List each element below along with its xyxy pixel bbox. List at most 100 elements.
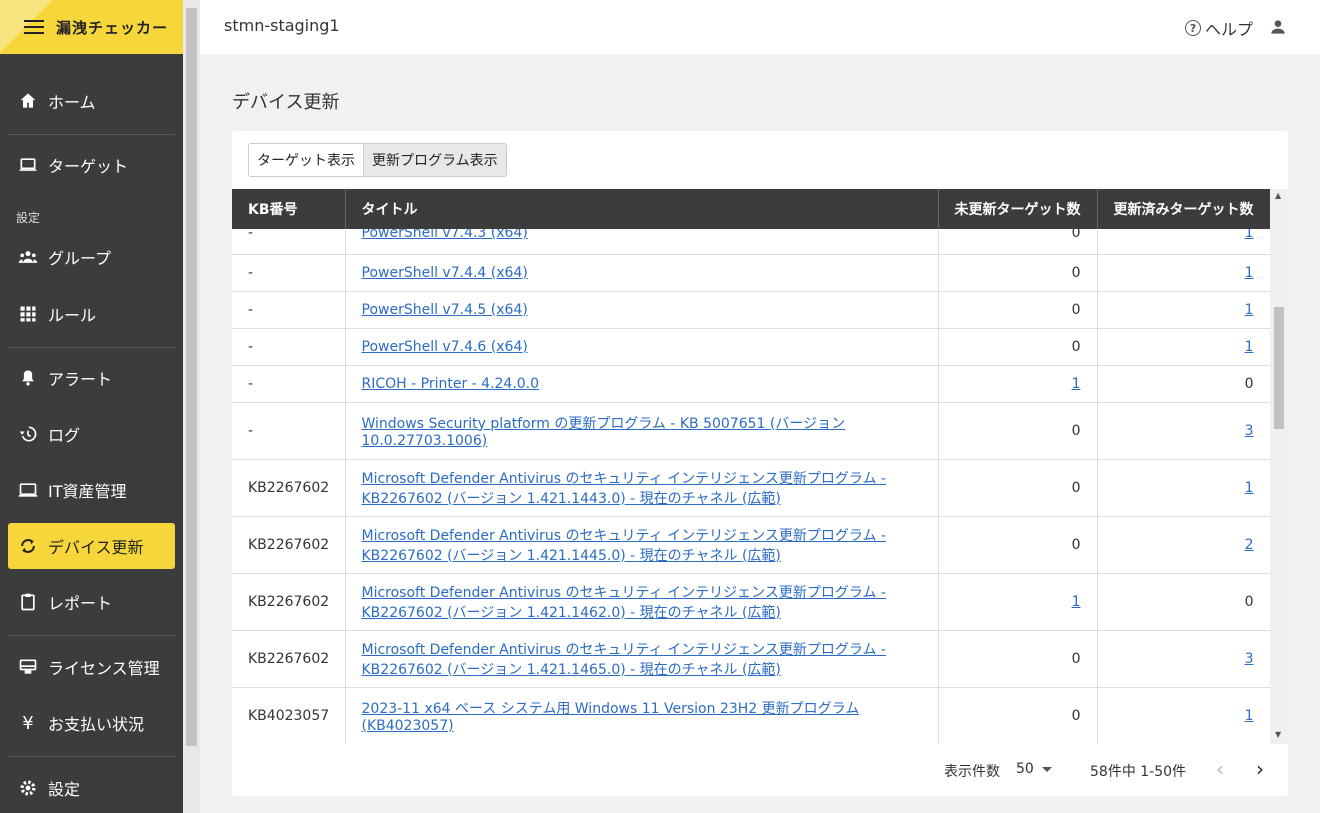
table-scrollbar[interactable]: ▲ ▼ <box>1270 189 1288 744</box>
laptop-icon <box>18 155 38 175</box>
sidebar-item-clipboard[interactable]: レポート <box>8 579 175 625</box>
table-row: KB4023057 2023-11 x64 ベース システム用 Windows 1… <box>232 687 1270 744</box>
cell-updated-link[interactable]: 1 <box>1245 265 1254 281</box>
sidebar-item-group[interactable]: グループ <box>8 234 175 280</box>
grid-icon <box>18 304 38 324</box>
update-title-link[interactable]: PowerShell v7.4.5 (x64) <box>362 302 528 318</box>
cell-not-updated-link[interactable]: 1 <box>1072 376 1081 392</box>
table-row: KB2267602 Microsoft Defender Antivirus のセ… <box>232 573 1270 631</box>
cell-updated: 1 <box>1097 328 1270 366</box>
update-title-link[interactable]: Windows Security platform の更新プログラム - KB … <box>362 416 846 449</box>
update-title-link[interactable]: 2023-11 x64 ベース システム用 Windows 11 Version… <box>362 701 860 734</box>
home-icon <box>18 91 38 111</box>
update-title-link[interactable]: PowerShell v7.4.3 (x64) <box>362 229 528 241</box>
update-title-link[interactable]: Microsoft Defender Antivirus のセキュリティ インテ… <box>362 585 886 621</box>
program-view-button[interactable]: 更新プログラム表示 <box>363 144 506 176</box>
page-title: デバイス更新 <box>232 92 340 113</box>
sidebar-item-license[interactable]: ライセンス管理 <box>8 644 175 690</box>
help-icon: ? <box>1185 20 1201 36</box>
header-updated[interactable]: 更新済みターゲット数 <box>1097 189 1270 229</box>
cell-title: 2023-11 x64 ベース システム用 Windows 11 Version… <box>345 687 939 744</box>
sidebar-scrollbar[interactable] <box>183 0 200 813</box>
per-page-select[interactable]: 50 <box>1016 761 1052 777</box>
update-title-link[interactable]: Microsoft Defender Antivirus のセキュリティ インテ… <box>362 528 886 564</box>
help-link[interactable]: ? ヘルプ <box>1185 16 1253 40</box>
sidebar-item-label: アラート <box>48 370 113 389</box>
cell-kb: KB4023057 <box>232 687 346 744</box>
update-title-link[interactable]: PowerShell v7.4.4 (x64) <box>362 265 528 281</box>
sidebar-item-label: ログ <box>48 426 81 445</box>
cell-title: Microsoft Defender Antivirus のセキュリティ インテ… <box>345 459 939 517</box>
sidebar-item-sync[interactable]: デバイス更新 <box>8 523 175 569</box>
sidebar-item-label: デバイス更新 <box>48 538 144 557</box>
sidebar-item-home[interactable]: ホーム <box>8 78 175 124</box>
update-title-link[interactable]: RICOH - Printer - 4.24.0.0 <box>362 376 540 392</box>
cell-updated-link[interactable]: 1 <box>1245 708 1254 724</box>
user-icon[interactable] <box>1268 17 1288 37</box>
updates-table: KB番号 タイトル 未更新ターゲット数 更新済みターゲット数 - PowerShe… <box>232 189 1270 744</box>
sidebar-item-history[interactable]: ログ <box>8 411 175 457</box>
cell-kb: KB2267602 <box>232 573 346 631</box>
pagination: 表示件数 50 58件中 1-50件 ‹ › <box>232 751 1288 787</box>
cell-updated-link[interactable]: 2 <box>1245 537 1254 553</box>
sidebar-item-bell[interactable]: アラート <box>8 355 175 401</box>
app-title: 漏洩チェッカー <box>56 18 169 37</box>
gear-icon <box>18 778 38 798</box>
sidebar-divider <box>8 756 175 757</box>
table-body-viewport: - PowerShell v7.4.3 (x64) 0 1- PowerShell v7… <box>232 229 1270 744</box>
cell-title: RICOH - Printer - 4.24.0.0 <box>345 365 939 403</box>
header-not-updated[interactable]: 未更新ターゲット数 <box>938 189 1098 229</box>
cell-updated-link[interactable]: 3 <box>1245 423 1254 439</box>
cell-kb: - <box>232 328 346 366</box>
cell-kb: KB2267602 <box>232 516 346 574</box>
hamburger-menu-icon[interactable] <box>24 20 44 34</box>
table-row: - PowerShell v7.4.6 (x64) 0 1 <box>232 328 1270 366</box>
bell-icon <box>18 368 38 388</box>
table-scrollbar-thumb[interactable] <box>1274 307 1284 429</box>
sidebar-item-label: グループ <box>48 249 112 268</box>
sidebar-item-label: 設定 <box>48 780 81 799</box>
table-body: - PowerShell v7.4.3 (x64) 0 1- PowerShell v7… <box>232 229 1270 744</box>
cell-updated-link[interactable]: 1 <box>1245 302 1254 318</box>
table-row: - PowerShell v7.4.3 (x64) 0 1 <box>232 229 1270 255</box>
sidebar-item-yen[interactable]: ¥ お支払い状況 <box>8 700 175 746</box>
caret-down-icon <box>1041 766 1052 772</box>
sidebar-item-laptop[interactable]: ターゲット <box>8 142 175 188</box>
table-header: KB番号 タイトル 未更新ターゲット数 更新済みターゲット数 <box>232 189 1270 229</box>
scroll-up-icon[interactable]: ▲ <box>1275 191 1281 200</box>
environment-name: stmn-staging1 <box>224 16 340 35</box>
sidebar-item-label: ライセンス管理 <box>48 659 160 678</box>
scroll-down-icon[interactable]: ▼ <box>1275 730 1281 739</box>
cell-updated-link[interactable]: 1 <box>1245 480 1254 496</box>
header-title[interactable]: タイトル <box>345 189 939 229</box>
cell-kb: KB2267602 <box>232 459 346 517</box>
cell-updated: 3 <box>1097 630 1270 688</box>
cell-kb: - <box>232 229 346 255</box>
table-row: - RICOH - Printer - 4.24.0.0 1 0 <box>232 365 1270 403</box>
cell-updated-link[interactable]: 1 <box>1245 229 1254 241</box>
target-view-button[interactable]: ターゲット表示 <box>249 144 363 176</box>
sidebar-scrollbar-thumb[interactable] <box>186 8 197 746</box>
update-title-link[interactable]: Microsoft Defender Antivirus のセキュリティ インテ… <box>362 642 886 678</box>
brand-bar: 漏洩チェッカー <box>0 0 183 54</box>
cell-updated-link[interactable]: 3 <box>1245 651 1254 667</box>
cell-kb: KB2267602 <box>232 630 346 688</box>
update-title-link[interactable]: PowerShell v7.4.6 (x64) <box>362 339 528 355</box>
license-icon <box>18 657 38 677</box>
page-range: 58件中 1-50件 <box>1090 764 1187 780</box>
per-page-value: 50 <box>1016 761 1034 777</box>
sidebar-item-grid[interactable]: ルール <box>8 291 175 337</box>
header-kb[interactable]: KB番号 <box>232 189 346 229</box>
next-page-icon[interactable]: › <box>1256 757 1264 781</box>
cell-title: Microsoft Defender Antivirus のセキュリティ インテ… <box>345 516 939 574</box>
cell-updated-link[interactable]: 1 <box>1245 339 1254 355</box>
cell-updated: 1 <box>1097 687 1270 744</box>
clipboard-icon <box>18 592 38 612</box>
update-title-link[interactable]: Microsoft Defender Antivirus のセキュリティ インテ… <box>362 471 886 507</box>
table-row: KB2267602 Microsoft Defender Antivirus のセ… <box>232 516 1270 574</box>
sidebar-item-gear[interactable]: 設定 <box>8 765 175 811</box>
sidebar-divider <box>8 635 175 636</box>
cell-not-updated-link[interactable]: 1 <box>1072 594 1081 610</box>
sidebar-item-computer[interactable]: IT資産管理 <box>8 467 175 513</box>
prev-page-icon[interactable]: ‹ <box>1216 757 1224 781</box>
